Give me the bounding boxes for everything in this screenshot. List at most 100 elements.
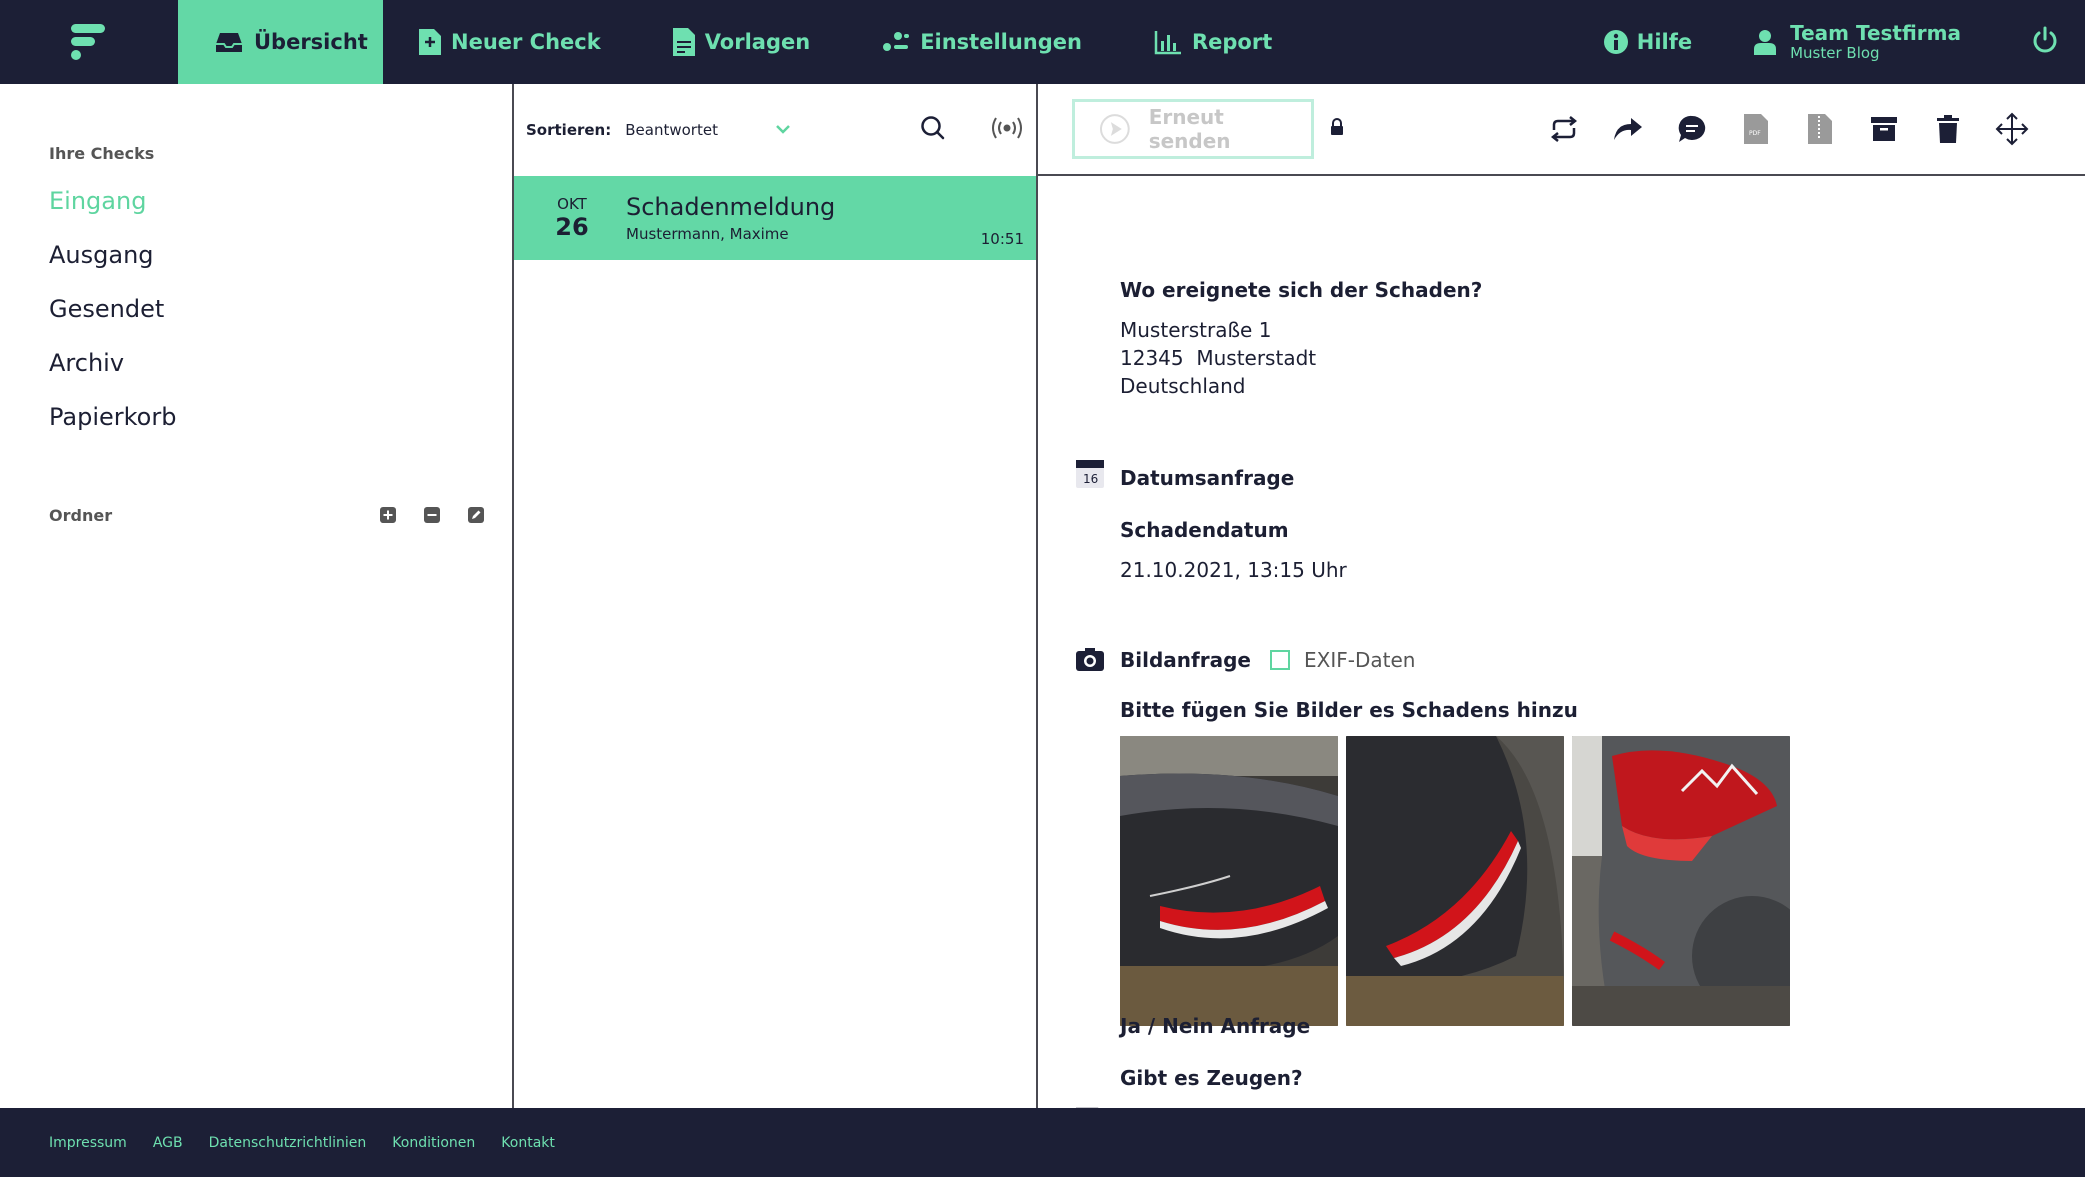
nav-tab-label: Neuer Check bbox=[451, 30, 601, 54]
sidebar-item-archiv[interactable]: Archiv bbox=[49, 347, 512, 379]
broadcast-icon bbox=[992, 117, 1022, 139]
answer-damage-date: 21.10.2021, 13:15 Uhr bbox=[1120, 558, 1347, 582]
pdf-export-button[interactable]: PDF bbox=[1739, 112, 1773, 146]
zip-export-button[interactable] bbox=[1803, 112, 1837, 146]
message-time: 10:51 bbox=[980, 230, 1024, 248]
message-title: Schadenmeldung bbox=[626, 193, 836, 221]
repeat-button[interactable] bbox=[1547, 112, 1581, 146]
calendar-day: 16 bbox=[1083, 472, 1098, 486]
nav-tab-report[interactable]: Report bbox=[1118, 0, 1308, 84]
footer-link-agb[interactable]: AGB bbox=[153, 1135, 183, 1151]
sidebar: Ihre Checks Eingang Ausgang Gesendet Arc… bbox=[0, 84, 514, 1108]
user-account-menu[interactable]: Team Testfirma Muster Blog bbox=[1754, 20, 1961, 62]
logo-icon bbox=[71, 24, 105, 60]
question-images: Bitte fügen Sie Bilder es Schadens hinzu bbox=[1120, 698, 1578, 722]
nav-tab-label: Einstellungen bbox=[920, 30, 1082, 54]
edit-icon bbox=[468, 507, 484, 523]
move-arrows-icon bbox=[1995, 112, 2029, 146]
nav-tab-einstellungen[interactable]: Einstellungen bbox=[846, 0, 1118, 84]
resend-button[interactable]: Erneut senden bbox=[1072, 99, 1314, 159]
nav-tab-vorlagen[interactable]: Vorlagen bbox=[637, 0, 846, 84]
detail-toolbar: Erneut senden PDF bbox=[1038, 84, 2085, 176]
live-broadcast-button[interactable] bbox=[990, 115, 1024, 145]
nav-tab-neuer-check[interactable]: Neuer Check bbox=[383, 0, 637, 84]
lock-icon bbox=[1330, 118, 1344, 140]
settings-icon bbox=[883, 32, 910, 51]
remove-folder-button[interactable] bbox=[422, 505, 442, 525]
sidebar-heading: Ihre Checks bbox=[49, 144, 155, 163]
add-folder-button[interactable] bbox=[378, 505, 398, 525]
question-damage-date: Schadendatum bbox=[1120, 518, 1289, 542]
damage-photo-1[interactable] bbox=[1120, 736, 1338, 1026]
search-button[interactable] bbox=[920, 115, 946, 145]
sort-label: Sortieren: bbox=[526, 121, 612, 139]
nav-tab-uebersicht[interactable]: Übersicht bbox=[178, 0, 383, 84]
sort-bar: Sortieren: Beantwortet bbox=[514, 84, 1036, 176]
chat-bubble-icon bbox=[1678, 115, 1706, 142]
camera-icon bbox=[1076, 648, 1104, 671]
address-line-3: Deutschland bbox=[1120, 374, 1246, 398]
address-line-2: 12345 Musterstadt bbox=[1120, 346, 1317, 370]
sort-dropdown-toggle[interactable] bbox=[775, 121, 791, 139]
document-icon bbox=[672, 28, 695, 56]
svg-text:PDF: PDF bbox=[1749, 130, 1761, 137]
folders-header: Ordner bbox=[49, 505, 512, 525]
sidebar-item-eingang[interactable]: Eingang bbox=[49, 185, 512, 217]
logout-button[interactable] bbox=[2031, 26, 2059, 58]
user-icon bbox=[1754, 30, 1777, 55]
nav-tab-label: Report bbox=[1191, 30, 1273, 54]
action-toolbar: PDF bbox=[1547, 112, 2029, 146]
message-date: OKT 26 bbox=[552, 195, 592, 241]
sidebar-item-papierkorb[interactable]: Papierkorb bbox=[49, 401, 512, 433]
search-icon bbox=[921, 116, 945, 140]
detail-panel: Erneut senden PDF Wo ereignete sich der … bbox=[1038, 84, 2085, 1108]
archive-box-icon bbox=[1871, 117, 1897, 141]
message-month: OKT bbox=[557, 195, 587, 213]
power-icon bbox=[2033, 26, 2057, 53]
help-link[interactable]: Hilfe bbox=[1603, 29, 1692, 55]
image-gallery bbox=[1120, 736, 1790, 1026]
delete-button[interactable] bbox=[1931, 112, 1965, 146]
edit-folder-button[interactable] bbox=[466, 505, 486, 525]
zip-file-icon bbox=[1808, 114, 1832, 144]
comment-button[interactable] bbox=[1675, 112, 1709, 146]
exif-checkbox-box[interactable] bbox=[1270, 650, 1290, 670]
sidebar-item-gesendet[interactable]: Gesendet bbox=[49, 293, 512, 325]
inbox-icon bbox=[216, 33, 242, 52]
damage-photo-3[interactable] bbox=[1572, 736, 1790, 1026]
footer-link-konditionen[interactable]: Konditionen bbox=[392, 1135, 475, 1151]
section-date-request: Datumsanfrage bbox=[1120, 466, 1295, 490]
message-list-item[interactable]: OKT 26 Schadenmeldung Mustermann, Maxime… bbox=[514, 176, 1036, 260]
footer-link-kontakt[interactable]: Kontakt bbox=[501, 1135, 555, 1151]
footer-link-impressum[interactable]: Impressum bbox=[49, 1135, 127, 1151]
section-yes-no-request: Ja / Nein Anfrage bbox=[1120, 1014, 1311, 1038]
folders-heading: Ordner bbox=[49, 505, 113, 525]
calendar-icon: 16 bbox=[1076, 460, 1104, 488]
sidebar-item-ausgang[interactable]: Ausgang bbox=[49, 239, 512, 271]
address-line-1: Musterstraße 1 bbox=[1120, 318, 1272, 342]
plus-doc-icon bbox=[419, 29, 441, 55]
question-location: Wo ereignete sich der Schaden? bbox=[1120, 278, 1483, 302]
exif-checkbox[interactable]: EXIF-Daten bbox=[1270, 648, 1415, 672]
archive-button[interactable] bbox=[1867, 112, 1901, 146]
sort-select[interactable]: Beantwortet bbox=[625, 121, 775, 139]
app-logo[interactable] bbox=[0, 0, 178, 84]
resend-label: Erneut senden bbox=[1148, 105, 1231, 153]
chevron-down-icon bbox=[776, 125, 791, 134]
minus-square-icon bbox=[424, 507, 440, 523]
forward-button[interactable] bbox=[1611, 112, 1645, 146]
team-name: Team Testfirma bbox=[1790, 20, 1961, 45]
plus-square-icon bbox=[380, 507, 396, 523]
nav-tab-label: Übersicht bbox=[254, 30, 368, 54]
detail-content: Wo ereignete sich der Schaden? Musterstr… bbox=[1038, 178, 2085, 1108]
message-sender: Mustermann, Maxime bbox=[626, 225, 789, 243]
damage-photo-2[interactable] bbox=[1346, 736, 1564, 1026]
exif-label: EXIF-Daten bbox=[1304, 648, 1416, 672]
move-button[interactable] bbox=[1995, 112, 2029, 146]
question-witnesses: Gibt es Zeugen? bbox=[1120, 1066, 1303, 1090]
chart-icon bbox=[1154, 31, 1181, 55]
team-subtitle: Muster Blog bbox=[1790, 43, 1880, 62]
footer: Impressum AGB Datenschutzrichtlinien Kon… bbox=[0, 1108, 2085, 1177]
top-navigation-bar: Übersicht Neuer Check Vorlagen Einstellu… bbox=[0, 0, 2085, 84]
footer-link-datenschutz[interactable]: Datenschutzrichtlinien bbox=[209, 1135, 367, 1151]
